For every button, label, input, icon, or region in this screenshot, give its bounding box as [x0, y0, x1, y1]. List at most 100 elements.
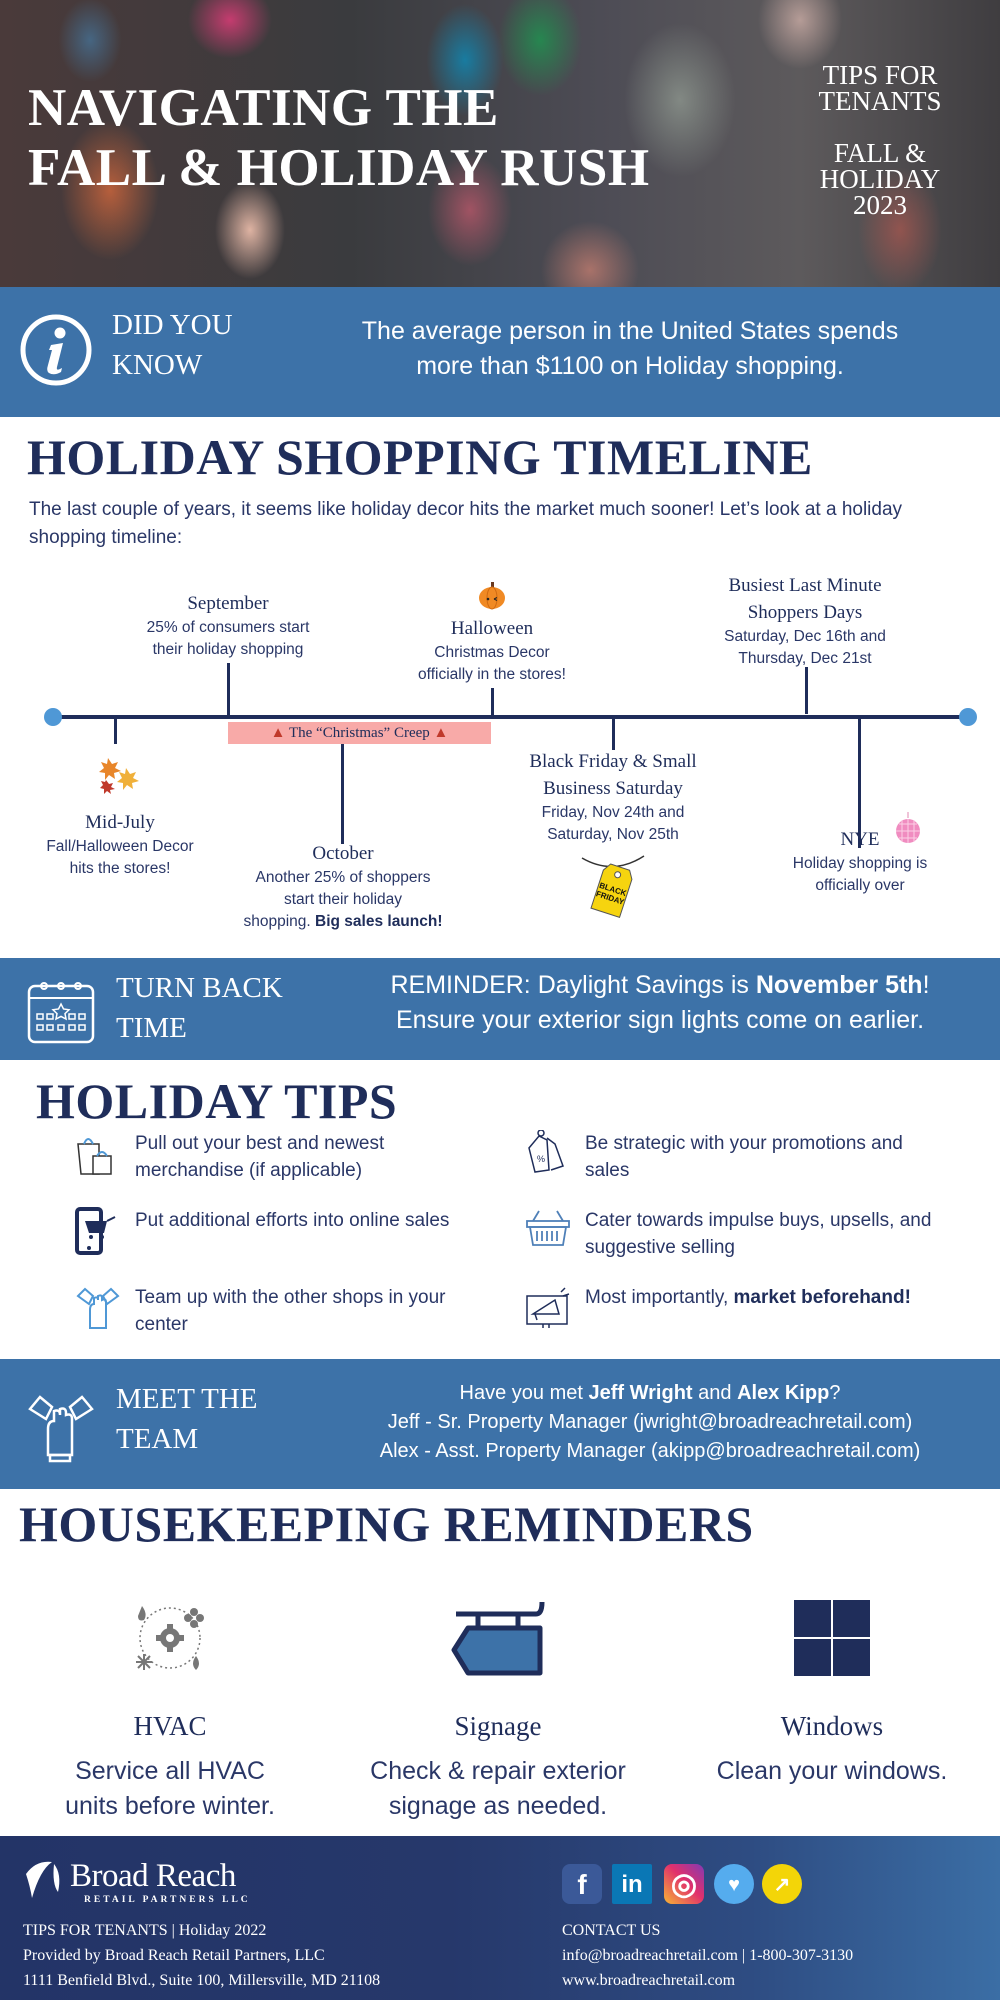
info-icon	[20, 314, 92, 386]
event-text: Fall/Halloween Decor	[46, 838, 194, 855]
housekeeping-item-hvac: HVAC Service all HVAC units before winte…	[10, 1598, 330, 1824]
tip-item: Most importantly, market beforehand!	[525, 1284, 945, 1344]
event-title: September	[187, 593, 269, 614]
sail-logo-icon	[26, 1861, 60, 1898]
event-title-row: NYE	[760, 812, 960, 853]
hvac-icon	[136, 1606, 204, 1670]
christmas-tree-icon: ▲	[270, 725, 286, 741]
title-line: TURN BACK	[116, 972, 283, 1004]
timeline-intro: The last couple of years, it seems like …	[29, 499, 903, 548]
calendar-icon	[27, 982, 95, 1044]
hero-side-line: TENANTS	[818, 86, 942, 116]
disco-ball-icon	[896, 812, 920, 843]
housekeeping-item-windows: Windows Clean your windows.	[672, 1598, 992, 1789]
price-tags-icon: %	[528, 1130, 564, 1173]
tip-text: Put additional efforts into online sales	[135, 1210, 450, 1231]
meet-the-team-title: MEET THE TEAM	[116, 1379, 258, 1459]
linkedin-icon[interactable]: in	[612, 1864, 652, 1904]
event-title: Business Saturday	[543, 778, 683, 799]
tip-text: Most importantly, market beforehand!	[585, 1284, 945, 1311]
turn-back-time-band: TURN BACK TIME REMINDER: Daylight Saving…	[0, 958, 1000, 1060]
event-title: Black Friday & Small	[529, 751, 697, 772]
logo-subtitle: RETAIL PARTNERS LLC	[84, 1895, 251, 1905]
tip-text: Cater towards impulse buys, upsells, and…	[585, 1210, 932, 1258]
footer-info: TIPS FOR TENANTS | Holiday 2022 Provided…	[23, 1918, 380, 1993]
hero-title-line-1: NAVIGATING THE	[28, 79, 499, 137]
hero-side-line: HOLIDAY	[819, 164, 941, 194]
fall-leaves-icon	[99, 758, 139, 794]
facebook-icon[interactable]: f	[562, 1864, 602, 1904]
event-mid-july: Mid-July Fall/Halloween Decor hits the s…	[20, 754, 220, 880]
contact-heading: CONTACT US	[562, 1922, 661, 1939]
hero-side-line: FALL &	[833, 138, 927, 168]
company-logo[interactable]: Broad Reach RETAIL PARTNERS LLC	[22, 1858, 272, 1908]
event-text: Thursday, Dec 21st	[738, 650, 872, 667]
window-icon	[794, 1600, 870, 1676]
team-hands-icon	[28, 1395, 94, 1463]
hero-side-line: 2023	[853, 190, 907, 220]
turn-back-time-text: REMINDER: Daylight Savings is November 5…	[340, 968, 980, 1038]
event-text: start their holiday	[283, 891, 403, 908]
event-text: Saturday, Nov 25th	[547, 826, 679, 843]
timeline-axis	[52, 715, 968, 719]
timeline-end-dot	[959, 708, 977, 726]
instagram-icon[interactable]: ◎	[664, 1864, 704, 1904]
event-title: Mid-July	[85, 812, 155, 833]
logo-name: Broad Reach	[70, 1858, 236, 1894]
title-line: KNOW	[112, 349, 203, 381]
text-bold: market beforehand!	[733, 1287, 911, 1308]
event-halloween: Halloween Christmas Decor officially in …	[382, 580, 602, 686]
event-title: Halloween	[450, 618, 534, 639]
did-you-know-text: The average person in the United States …	[300, 314, 960, 384]
housekeeping-text: units before winter.	[65, 1792, 275, 1820]
signage-icon	[451, 1601, 545, 1676]
tip-text: Pull out your best and newest merchandis…	[135, 1133, 385, 1181]
christmas-creep-label: ▲ The “Christmas” Creep ▲	[228, 722, 491, 744]
text-plain: and	[692, 1382, 738, 1404]
footer-contact: CONTACT US info@broadreachretail.com | 1…	[562, 1918, 853, 1993]
event-text: Friday, Nov 24th and	[541, 804, 685, 821]
tick-halloween	[491, 688, 494, 717]
tick-busiest-days	[805, 667, 808, 714]
footer-line: Provided by Broad Reach Retail Partners,…	[23, 1947, 325, 1964]
basket-icon	[526, 1210, 570, 1246]
housekeeping-title: Signage	[454, 1711, 542, 1741]
text-plain: !	[922, 971, 930, 999]
meet-the-team-band: MEET THE TEAM Have you met Jeff Wright a…	[0, 1359, 1000, 1489]
turn-back-time-title: TURN BACK TIME	[116, 968, 283, 1048]
hero-title: NAVIGATING THE FALL & HOLIDAY RUSH	[28, 78, 650, 198]
event-text: hits the stores!	[69, 860, 171, 877]
tip-text: Be strategic with your promotions and sa…	[585, 1133, 903, 1181]
text-bold: Big sales launch!	[315, 913, 443, 930]
megaphone-icon	[526, 1287, 570, 1328]
housekeeping-text: Check & repair exterior	[370, 1757, 626, 1785]
shopping-bags-icon	[77, 1138, 112, 1175]
title-line: TIME	[116, 1012, 187, 1044]
pumpkin-icon	[479, 582, 505, 610]
mobile-cart-icon	[75, 1207, 116, 1255]
text-plain: Have you met	[459, 1382, 589, 1404]
text-line: more than $1100 on Holiday shopping.	[416, 352, 844, 380]
website-icon[interactable]: ↗	[762, 1864, 802, 1904]
event-text: officially over	[815, 877, 905, 894]
hero-title-line-2: FALL & HOLIDAY RUSH	[28, 139, 650, 197]
christmas-tree-icon: ▲	[433, 725, 449, 741]
text-line: Ensure your exterior sign lights come on…	[395, 1006, 925, 1034]
event-text: 25% of consumers start	[146, 619, 310, 636]
title-line: DID YOU	[112, 309, 233, 341]
tick-black-friday	[612, 718, 615, 750]
text-plain: Most importantly,	[585, 1287, 734, 1308]
text-plain: ?	[829, 1382, 841, 1404]
event-title: Shoppers Days	[747, 602, 863, 623]
contact-email-phone[interactable]: info@broadreachretail.com | 1-800-307-31…	[562, 1943, 853, 1968]
percent-glyph: %	[537, 1154, 545, 1164]
text-plain: shopping.	[243, 913, 316, 930]
event-text: Christmas Decor	[434, 644, 550, 661]
twitter-icon[interactable]: ♥	[714, 1864, 754, 1904]
event-text: Another 25% of shoppers	[255, 869, 431, 886]
event-september: September 25% of consumers start their h…	[118, 590, 338, 661]
team-member-line: Alex - Asst. Property Manager (akipp@bro…	[379, 1440, 921, 1462]
hero-side-line: TIPS FOR	[822, 60, 938, 90]
contact-website-link[interactable]: www.broadreachretail.com	[562, 1968, 853, 1993]
tick-september	[227, 663, 230, 717]
